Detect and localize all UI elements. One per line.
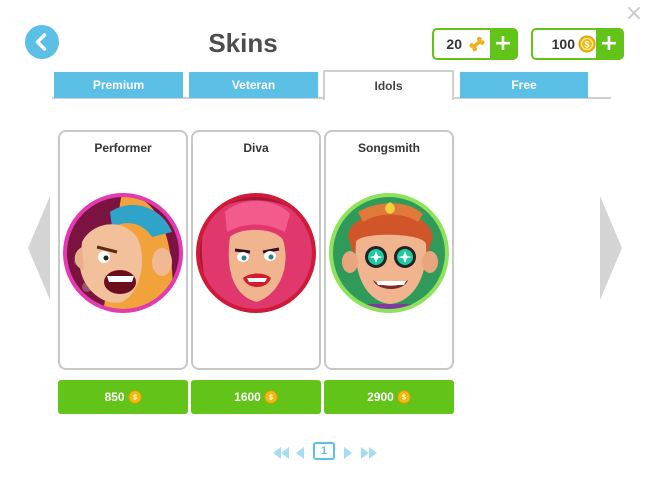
diva-portrait xyxy=(196,193,316,313)
skin-name: Performer xyxy=(94,141,152,155)
page-title: Skins xyxy=(208,28,278,58)
next-page-icon[interactable] xyxy=(342,444,354,462)
bone-amount: 20 xyxy=(446,36,462,52)
tab-free[interactable]: Free xyxy=(460,72,588,98)
skin-name: Diva xyxy=(243,141,269,155)
close-button[interactable]: × xyxy=(624,1,644,26)
svg-text:$: $ xyxy=(584,40,589,50)
buy-performer-button[interactable]: 850 $ xyxy=(58,380,188,414)
price-label: 1600 xyxy=(234,390,261,404)
chevron-left-icon xyxy=(35,33,47,51)
tab-veteran[interactable]: Veteran xyxy=(189,72,318,98)
songsmith-portrait xyxy=(329,193,449,313)
back-button[interactable] xyxy=(25,25,59,59)
tab-premium[interactable]: Premium xyxy=(54,72,183,98)
next-page-arrow[interactable] xyxy=(600,196,622,300)
skin-card-performer[interactable]: Performer xyxy=(58,130,188,370)
bone-icon xyxy=(469,36,485,52)
bone-currency: 20 + xyxy=(432,28,518,60)
svg-text:$: $ xyxy=(402,395,406,402)
coin-amount: 100 xyxy=(551,36,575,52)
prev-page-icon[interactable] xyxy=(294,444,306,462)
skin-card-diva[interactable]: Diva xyxy=(191,130,321,370)
coin-icon: $ xyxy=(127,390,142,404)
buy-diva-button[interactable]: 1600 $ xyxy=(191,380,321,414)
buy-songsmith-button[interactable]: 2900 $ xyxy=(324,380,454,414)
svg-text:$: $ xyxy=(133,395,137,402)
current-page-number[interactable]: 1 xyxy=(313,442,335,460)
coin-icon: $ xyxy=(578,35,596,53)
buy-bones-button[interactable]: + xyxy=(490,30,516,58)
price-label: 850 xyxy=(104,390,125,404)
coin-icon: $ xyxy=(264,390,278,404)
last-page-icon[interactable] xyxy=(360,444,378,462)
skin-card-songsmith[interactable]: Songsmith xyxy=(324,130,454,370)
previous-page-arrow[interactable] xyxy=(28,196,50,300)
coin-currency: 100 $ + xyxy=(531,28,624,60)
performer-portrait xyxy=(63,193,183,313)
first-page-icon[interactable] xyxy=(272,444,290,462)
skin-name: Songsmith xyxy=(358,141,420,155)
buy-coins-button[interactable]: + xyxy=(596,30,622,58)
close-icon: × xyxy=(624,1,644,26)
price-label: 2900 xyxy=(367,390,394,404)
tab-idols[interactable]: Idols xyxy=(323,70,454,100)
coin-icon: $ xyxy=(397,390,411,404)
svg-text:$: $ xyxy=(269,395,273,402)
